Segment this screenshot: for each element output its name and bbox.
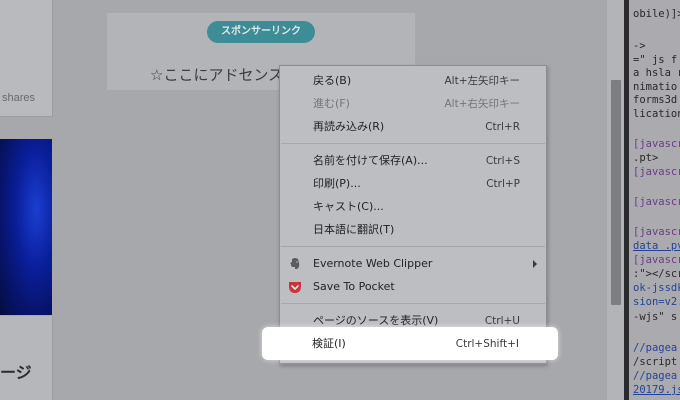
code-line: -> <box>633 40 646 52</box>
code-line: [javascr <box>633 138 680 150</box>
menu-item-shortcut: Alt+右矢印キー <box>444 98 520 110</box>
evernote-elephant-icon <box>290 258 300 269</box>
menu-item-shortcut: Ctrl+R <box>485 121 520 133</box>
shares-label: shares <box>2 92 36 104</box>
code-line: //pagea <box>633 342 678 354</box>
menu-item-cast[interactable]: キャスト(C)... <box>280 196 546 218</box>
page-heading-bar <box>0 316 53 400</box>
code-line: obile)]> <box>633 8 680 20</box>
browser-context-menu: 戻る(B) Alt+左矢印キー 進む(F) Alt+右矢印キー 再読み込み(R)… <box>279 65 547 364</box>
menu-item-label: キャスト(C)... <box>313 200 384 213</box>
menu-item-label: Save To Pocket <box>313 280 395 293</box>
menu-item-shortcut: Alt+左矢印キー <box>444 75 520 87</box>
code-line: [javascr <box>633 254 680 266</box>
menu-separator <box>281 143 545 144</box>
inspect-highlight: 検証(I) Ctrl+Shift+I <box>262 327 558 360</box>
menu-item-label: 日本語に翻訳(T) <box>313 223 395 236</box>
code-line: //pagea <box>633 370 678 382</box>
code-line: ok-jssdk <box>633 282 680 294</box>
menu-separator <box>281 246 545 247</box>
code-line: [javascr <box>633 226 680 238</box>
menu-item-label: 戻る(B) <box>313 74 352 87</box>
menu-separator <box>281 303 545 304</box>
ad-placeholder-text: ☆ここにアドセンス <box>150 66 280 84</box>
menu-item-shortcut: Ctrl+S <box>485 155 520 167</box>
menu-item-label: 検証(I) <box>312 337 346 350</box>
code-line: sion=v2. <box>633 296 680 308</box>
pocket-icon <box>289 282 301 293</box>
code-line: nimatio <box>633 81 678 93</box>
menu-item-save-as[interactable]: 名前を付けて保存(A)... Ctrl+S <box>280 150 546 172</box>
menu-item-back[interactable]: 戻る(B) Alt+左矢印キー <box>280 70 546 92</box>
menu-item-label: 印刷(P)... <box>313 177 361 190</box>
code-line: /script <box>633 356 678 368</box>
code-line: a hsla r <box>633 67 680 79</box>
scrollbar-thumb[interactable] <box>611 80 621 305</box>
code-line: forms3d <box>633 94 678 106</box>
code-line: [javascr <box>633 196 680 208</box>
code-line: =" js f <box>633 54 678 66</box>
code-line: lication <box>633 108 680 120</box>
page-heading-text: ージ <box>0 363 32 382</box>
code-line: -wjs" s <box>633 311 678 323</box>
code-line: :"></scr <box>633 268 680 280</box>
menu-item-save-to-pocket[interactable]: Save To Pocket <box>280 276 546 298</box>
menu-item-evernote[interactable]: Evernote Web Clipper <box>280 253 546 275</box>
code-line: [javascr <box>633 166 680 178</box>
menu-item-label: 再読み込み(R) <box>313 120 385 133</box>
menu-item-label: 名前を付けて保存(A)... <box>313 154 428 167</box>
menu-item-print[interactable]: 印刷(P)... Ctrl+P <box>280 173 546 195</box>
article-thumbnail <box>0 139 52 315</box>
devtools-source-panel: obile)]> -> =" js f a hsla r nimatio for… <box>624 0 680 400</box>
code-line: .pt> <box>633 152 659 164</box>
menu-item-label: Evernote Web Clipper <box>313 257 433 270</box>
code-line[interactable]: data .pv <box>633 240 680 252</box>
menu-item-shortcut: Ctrl+Shift+I <box>455 338 519 350</box>
code-line[interactable]: 20179.js <box>633 384 680 396</box>
menu-item-label: 進む(F) <box>313 97 350 110</box>
sponsor-badge: スポンサーリンク <box>207 21 315 43</box>
menu-item-forward: 進む(F) Alt+右矢印キー <box>280 93 546 115</box>
menu-item-shortcut: Ctrl+P <box>486 178 520 190</box>
submenu-arrow-icon <box>533 260 537 268</box>
menu-item-translate[interactable]: 日本語に翻訳(T) <box>280 219 546 241</box>
menu-item-reload[interactable]: 再読み込み(R) Ctrl+R <box>280 116 546 138</box>
menu-item-inspect[interactable]: 検証(I) Ctrl+Shift+I <box>279 333 545 355</box>
